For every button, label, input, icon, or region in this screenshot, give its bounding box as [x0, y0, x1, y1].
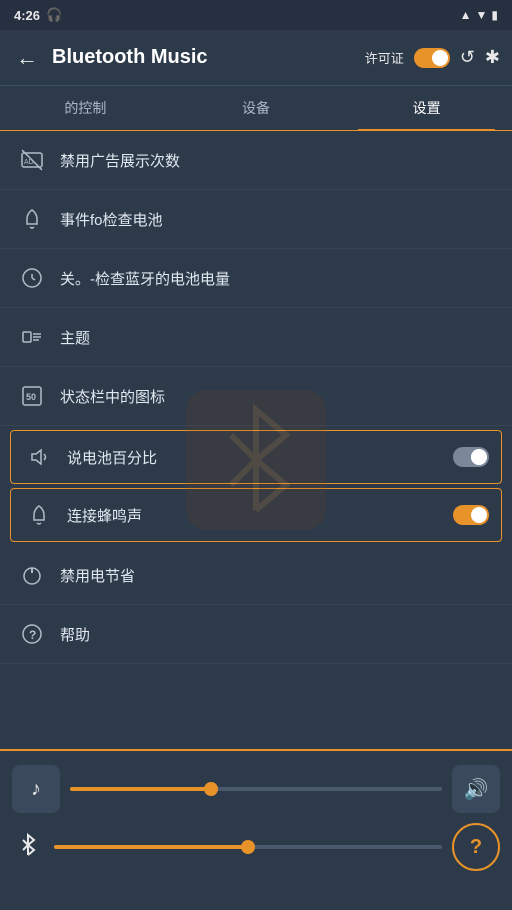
setting-power-save-label: 禁用电节省: [60, 565, 496, 586]
battery-icon: ▮: [491, 8, 498, 22]
setting-battery-percent-label: 说电池百分比: [67, 447, 453, 468]
bell2-icon: [23, 499, 55, 531]
bt-slider-track: [54, 845, 442, 849]
volume-slider-fill: [70, 787, 211, 791]
page-title: Bluetooth Music: [52, 46, 365, 69]
volume-icon: 🔊: [464, 777, 489, 802]
help-question-icon: ?: [470, 836, 482, 859]
tab-controls[interactable]: 的控制: [0, 86, 171, 130]
wrench-icon: [16, 677, 48, 679]
setting-item-ads[interactable]: AD 禁用广告展示次数: [0, 131, 512, 190]
statusbar-icon: 50: [16, 380, 48, 412]
tab-settings[interactable]: 设置: [341, 86, 512, 130]
header-actions: 许可证 ↺ ✱: [365, 47, 500, 68]
headphone-icon: 🎧: [46, 7, 62, 23]
setting-item-connect-beep[interactable]: 连接蜂鸣声: [10, 488, 502, 542]
bt-slider-container[interactable]: [54, 837, 442, 857]
bt-slider-fill: [54, 845, 248, 849]
status-time: 4:26: [14, 8, 40, 23]
tab-devices[interactable]: 设备: [171, 86, 342, 130]
clock-icon: [16, 262, 48, 294]
refresh-icon[interactable]: ↺: [460, 47, 475, 68]
permission-label: 许可证: [365, 48, 404, 67]
help-icon: ?: [16, 618, 48, 650]
setting-ads-label: 禁用广告展示次数: [60, 150, 496, 171]
permission-toggle[interactable]: [414, 48, 450, 68]
bell-icon: [16, 203, 48, 235]
ads-icon: AD: [16, 144, 48, 176]
volume-slider-thumb[interactable]: [204, 782, 218, 796]
tabs: 的控制 设备 设置: [0, 86, 512, 131]
setting-item-check[interactable]: 关。-检查蓝牙的电池电量: [0, 249, 512, 308]
volume-button[interactable]: 🔊: [452, 765, 500, 813]
battery-percent-toggle[interactable]: [453, 447, 489, 467]
music-note-icon: ♪: [31, 778, 41, 801]
bt-row-icon: [12, 832, 44, 862]
setting-event-label: 事件fo检查电池: [60, 209, 496, 230]
back-button[interactable]: ←: [12, 41, 42, 75]
setting-item-theme[interactable]: 主题: [0, 308, 512, 367]
music-note-button[interactable]: ♪: [12, 765, 60, 813]
svg-text:50: 50: [26, 392, 36, 402]
setting-item-power-save[interactable]: 禁用电节省: [0, 546, 512, 605]
svg-text:?: ?: [29, 628, 36, 642]
setting-item-bt-cache[interactable]: 蓝牙缓存清除: [0, 664, 512, 679]
speaker-icon: [23, 441, 55, 473]
volume-slider-track: [70, 787, 442, 791]
theme-icon: [16, 321, 48, 353]
status-right: ▲ ▼ ▮: [460, 8, 498, 22]
setting-item-battery-percent[interactable]: 说电池百分比: [10, 430, 502, 484]
setting-item-statusbar[interactable]: 50 状态栏中的图标: [0, 367, 512, 426]
status-left: 4:26 🎧: [14, 7, 62, 23]
volume-slider-container[interactable]: [70, 779, 442, 799]
setting-item-event[interactable]: 事件fo检查电池: [0, 190, 512, 249]
setting-theme-label: 主题: [60, 327, 496, 348]
setting-help-label: 帮助: [60, 624, 496, 645]
settings-list: AD 禁用广告展示次数 事件fo检查电池 关。-检查蓝牙的电池电量: [0, 131, 512, 679]
help-button[interactable]: ?: [452, 823, 500, 871]
header: ← Bluetooth Music 许可证 ↺ ✱: [0, 30, 512, 86]
bottom-player: ♪ 🔊: [0, 750, 512, 910]
bt-row: ?: [12, 823, 500, 871]
volume-row: ♪ 🔊: [12, 765, 500, 813]
setting-item-help[interactable]: ? 帮助: [0, 605, 512, 664]
signal-icon: ▲: [460, 8, 472, 22]
power-icon: [16, 559, 48, 591]
bt-slider-thumb[interactable]: [241, 840, 255, 854]
status-bar: 4:26 🎧 ▲ ▼ ▮: [0, 0, 512, 30]
setting-statusbar-label: 状态栏中的图标: [60, 386, 496, 407]
setting-connect-beep-label: 连接蜂鸣声: [67, 505, 453, 526]
wifi-icon: ▼: [476, 8, 488, 22]
setting-check-label: 关。-检查蓝牙的电池电量: [60, 268, 496, 289]
bluetooth-header-icon[interactable]: ✱: [485, 47, 500, 68]
connect-beep-toggle[interactable]: [453, 505, 489, 525]
